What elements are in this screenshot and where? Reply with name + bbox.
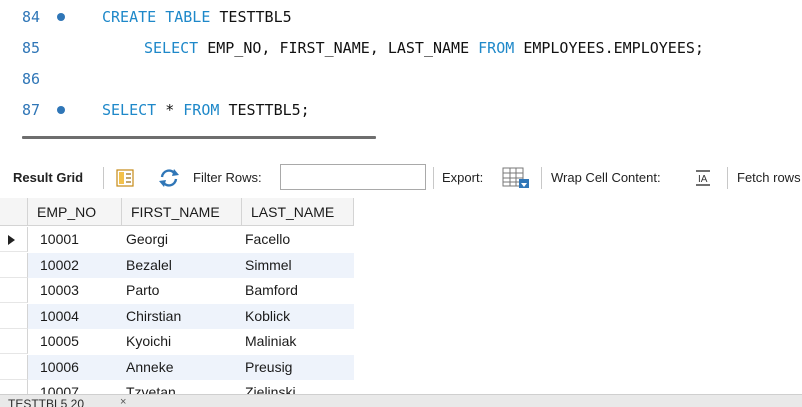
sql-identifier: * [165, 101, 184, 119]
code-text: SELECT EMP_NO, FIRST_NAME, LAST_NAME FRO… [144, 35, 704, 61]
sql-keyword: FROM [183, 101, 229, 119]
table-row[interactable]: 10007 Tzvetan Zielinski [0, 380, 354, 394]
export-icon[interactable] [502, 167, 530, 194]
sql-keyword: CREATE TABLE [102, 8, 220, 26]
filter-rows-label: Filter Rows: [193, 170, 262, 185]
row-header[interactable] [0, 227, 28, 252]
row-header[interactable] [0, 354, 28, 380]
table-cell[interactable]: Anneke [126, 355, 173, 380]
filter-rows-input[interactable] [280, 164, 426, 190]
code-line[interactable]: 86 [0, 66, 802, 92]
table-cell[interactable]: 10003 [40, 278, 79, 303]
current-row-arrow-icon [8, 235, 15, 245]
result-grid[interactable]: EMP_NO FIRST_NAME LAST_NAME 10001 Georgi F… [0, 198, 802, 394]
code-text: SELECT * FROM TESTTBL5; [102, 97, 310, 123]
line-number: 85 [22, 39, 41, 57]
table-cell[interactable]: 10002 [40, 253, 79, 278]
column-header-last-name[interactable]: LAST_NAME [242, 198, 354, 226]
sql-keyword: SELECT [144, 39, 208, 57]
table-cell[interactable]: Simmel [245, 253, 292, 278]
toolbar-separator [727, 167, 728, 189]
row-header[interactable] [0, 329, 28, 354]
export-label: Export: [442, 170, 484, 185]
table-row[interactable]: 10006 Anneke Preusig [0, 354, 354, 380]
row-header[interactable] [0, 380, 28, 394]
row-header[interactable] [0, 252, 28, 278]
table-cell[interactable]: Facello [245, 227, 290, 252]
table-row[interactable]: 10001 Georgi Facello [0, 227, 354, 252]
table-cell[interactable]: 10007 [40, 380, 79, 394]
column-header-emp-no[interactable]: EMP_NO [28, 198, 122, 226]
table-row[interactable]: 10003 Parto Bamford [0, 278, 354, 303]
table-cell[interactable]: Georgi [126, 227, 168, 252]
table-cell[interactable]: Preusig [245, 355, 292, 380]
table-cell[interactable]: Tzvetan [126, 380, 176, 394]
wrap-cell-icon[interactable]: IA [694, 169, 712, 192]
refresh-icon[interactable] [158, 168, 180, 193]
code-line[interactable]: 87 SELECT * FROM TESTTBL5; [0, 97, 802, 123]
line-number: 87 [22, 101, 41, 119]
table-cell[interactable]: Zielinski [245, 380, 296, 394]
sql-identifier: TESTTBL5; [228, 101, 310, 119]
table-cell[interactable]: 10005 [40, 329, 79, 354]
statement-marker-icon [57, 106, 65, 114]
table-row[interactable]: 10004 Chirstian Koblick [0, 303, 354, 329]
table-cell[interactable]: Koblick [245, 304, 290, 329]
line-number: 84 [22, 8, 41, 26]
toolbar-separator [541, 167, 542, 189]
code-line[interactable]: 84 CREATE TABLE TESTTBL5 [0, 4, 802, 30]
table-row[interactable]: 10005 Kyoichi Maliniak [0, 329, 354, 354]
table-cell[interactable]: Maliniak [245, 329, 296, 354]
table-cell[interactable]: Chirstian [126, 304, 181, 329]
code-text: CREATE TABLE TESTTBL5 [102, 4, 292, 30]
fetch-rows-label[interactable]: Fetch rows [737, 158, 801, 198]
toolbar-separator [433, 167, 434, 189]
row-header[interactable] [0, 303, 28, 329]
table-cell[interactable]: Parto [126, 278, 159, 303]
close-icon[interactable]: × [120, 396, 126, 407]
code-line[interactable]: 85 SELECT EMP_NO, FIRST_NAME, LAST_NAME F… [0, 35, 802, 61]
column-header-first-name[interactable]: FIRST_NAME [122, 198, 242, 226]
table-cell[interactable]: Bezalel [126, 253, 172, 278]
table-cell[interactable]: Kyoichi [126, 329, 171, 354]
table-cell[interactable]: 10004 [40, 304, 79, 329]
sql-keyword: SELECT [102, 101, 166, 119]
editor-horizontal-scrollbar[interactable] [22, 136, 376, 139]
grid-corner [0, 198, 28, 226]
svg-text:IA: IA [698, 174, 708, 185]
sql-identifier: TESTTBL5 [219, 8, 292, 26]
row-header[interactable] [0, 278, 28, 303]
sql-identifier: EMPLOYEES.EMPLOYEES; [523, 39, 704, 57]
toolbar-separator [103, 167, 104, 189]
table-cell[interactable]: 10006 [40, 355, 79, 380]
wrap-cell-content-label: Wrap Cell Content: [551, 170, 661, 185]
sql-identifier: EMP_NO, FIRST_NAME, LAST_NAME [207, 39, 479, 57]
sql-keyword: FROM [478, 39, 524, 57]
line-number: 86 [22, 70, 41, 88]
statement-marker-icon [57, 13, 65, 21]
table-row[interactable]: 10002 Bezalel Simmel [0, 252, 354, 278]
table-cell[interactable]: Bamford [245, 278, 298, 303]
result-grid-button[interactable]: Result Grid [13, 158, 83, 198]
sql-editor[interactable]: 84 CREATE TABLE TESTTBL5 85 SELECT EMP_NO, … [0, 0, 802, 126]
form-editor-icon[interactable] [116, 169, 134, 192]
result-tab-bar: TESTTBL5 20 × [0, 394, 802, 407]
table-cell[interactable]: 10001 [40, 227, 79, 252]
